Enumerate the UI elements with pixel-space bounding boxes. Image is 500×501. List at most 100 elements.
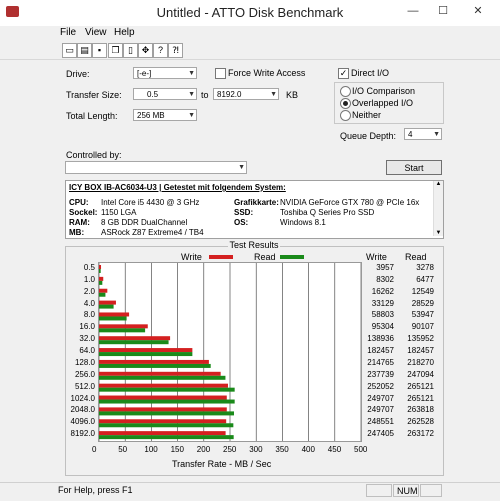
menu-help[interactable]: Help bbox=[114, 27, 135, 38]
write-bar bbox=[99, 324, 148, 329]
write-value: 249707 bbox=[367, 405, 394, 415]
chevron-down-icon: ▼ bbox=[188, 70, 195, 77]
drive-select[interactable]: [-e-] ▼ bbox=[133, 67, 197, 79]
drive-value: [-e-] bbox=[137, 69, 152, 78]
controlled-by-select[interactable]: ▼ bbox=[65, 161, 247, 174]
read-bar bbox=[99, 304, 114, 309]
desc-key-cpu: CPU: bbox=[69, 198, 89, 207]
legend-write-label: Write bbox=[181, 252, 202, 262]
direct-io-label: Direct I/O bbox=[351, 68, 390, 78]
read-value: 218270 bbox=[407, 357, 434, 367]
y-tick-label: 8192.0 bbox=[70, 429, 95, 439]
read-value: 28529 bbox=[411, 298, 434, 308]
y-tick-label: 32.0 bbox=[79, 334, 95, 344]
read-value: 263818 bbox=[407, 405, 434, 415]
queue-depth-select[interactable]: 4 ▼ bbox=[404, 128, 442, 140]
x-tick-label: 450 bbox=[327, 445, 342, 454]
overlapped-io-radio[interactable] bbox=[340, 98, 351, 109]
write-bar bbox=[99, 407, 227, 412]
legend-read-swatch bbox=[280, 255, 304, 259]
write-value: 138936 bbox=[367, 334, 394, 344]
write-bar bbox=[99, 431, 226, 436]
legend-write-swatch bbox=[209, 255, 233, 259]
write-value: 16262 bbox=[371, 286, 394, 296]
copy-icon[interactable]: ❐ bbox=[108, 43, 123, 58]
write-bar bbox=[99, 265, 102, 269]
overlapped-io-label: Overlapped I/O bbox=[352, 98, 414, 108]
transfer-to-word: to bbox=[201, 90, 209, 100]
transfer-rate-chart bbox=[98, 262, 362, 442]
read-value: 182457 bbox=[407, 346, 434, 356]
x-tick-label: 400 bbox=[301, 445, 315, 454]
x-tick-label: 50 bbox=[118, 445, 128, 454]
force-write-access-checkbox[interactable] bbox=[215, 68, 226, 79]
x-tick-label: 300 bbox=[249, 445, 263, 454]
write-bar bbox=[99, 300, 116, 305]
desc-key-ssd: SSD: bbox=[234, 208, 254, 217]
scroll-up-icon[interactable]: ▲ bbox=[434, 181, 443, 187]
chevron-down-icon: ▼ bbox=[238, 164, 245, 171]
write-value: 252052 bbox=[367, 381, 394, 391]
transfer-size-to-select[interactable]: 8192.0 ▼ bbox=[213, 88, 279, 100]
total-length-label: Total Length: bbox=[66, 111, 118, 121]
total-length-value: 256 MB bbox=[137, 111, 165, 120]
y-tick-label: 1024.0 bbox=[70, 393, 95, 403]
io-comparison-label: I/O Comparison bbox=[352, 86, 416, 96]
y-tick-label: 8.0 bbox=[83, 310, 95, 320]
read-value: 262528 bbox=[407, 417, 434, 427]
write-bar bbox=[99, 288, 108, 293]
menu-view[interactable]: View bbox=[85, 27, 107, 38]
minimize-icon[interactable]: — bbox=[398, 0, 428, 22]
io-comparison-radio[interactable] bbox=[340, 86, 351, 97]
close-icon[interactable]: ✕ bbox=[456, 0, 500, 22]
x-tick-label: 150 bbox=[170, 445, 184, 454]
total-length-select[interactable]: 256 MB ▼ bbox=[133, 109, 197, 121]
status-num: NUM bbox=[393, 484, 419, 497]
help-icon[interactable]: ? bbox=[153, 43, 168, 58]
read-bar bbox=[99, 375, 226, 380]
move-icon[interactable]: ✥ bbox=[138, 43, 153, 58]
open-folder-icon[interactable]: ▤ bbox=[77, 43, 92, 58]
transfer-unit: KB bbox=[286, 90, 299, 100]
transfer-size-from-select[interactable]: 0.5 ▼ bbox=[133, 88, 197, 100]
x-tick-label: 0 bbox=[92, 445, 97, 454]
description-scrollbar[interactable]: ▲ ▼ bbox=[433, 181, 443, 236]
y-tick-label: 64.0 bbox=[79, 346, 95, 356]
read-value: 53947 bbox=[411, 310, 434, 320]
chevron-down-icon: ▼ bbox=[433, 131, 440, 138]
desc-key-grafikkarte: Grafikkarte: bbox=[234, 198, 279, 207]
direct-io-checkbox[interactable]: ✓ bbox=[338, 68, 349, 79]
write-value: 237739 bbox=[367, 369, 394, 379]
read-bar bbox=[99, 435, 234, 440]
status-panel-1 bbox=[366, 484, 392, 497]
new-file-icon[interactable]: ▭ bbox=[62, 43, 77, 58]
save-icon[interactable]: ▪ bbox=[92, 43, 107, 58]
x-tick-label: 250 bbox=[223, 445, 237, 454]
column-header-write: Write bbox=[366, 252, 387, 262]
write-value: 249707 bbox=[367, 393, 394, 403]
write-value: 58803 bbox=[371, 310, 394, 320]
description-textarea[interactable]: ICY BOX IB-AC6034-U3 | Getestet mit folg… bbox=[65, 180, 444, 239]
x-tick-label: 200 bbox=[196, 445, 211, 454]
neither-radio[interactable] bbox=[340, 110, 351, 121]
write-bar bbox=[99, 395, 227, 400]
write-bar bbox=[99, 383, 228, 388]
write-bar bbox=[99, 371, 221, 376]
status-help-text: For Help, press F1 bbox=[58, 485, 133, 495]
menu-file[interactable]: File bbox=[60, 27, 76, 38]
context-help-icon[interactable]: ⁈ bbox=[168, 43, 183, 58]
maximize-icon[interactable]: ☐ bbox=[428, 0, 458, 22]
scroll-down-icon[interactable]: ▼ bbox=[434, 230, 443, 236]
start-button[interactable]: Start bbox=[386, 160, 442, 175]
column-header-read: Read bbox=[405, 252, 427, 262]
write-bar bbox=[99, 276, 104, 281]
write-value: 247405 bbox=[367, 429, 394, 439]
desc-value-os: Windows 8.1 bbox=[280, 218, 326, 227]
x-tick-label: 350 bbox=[275, 445, 289, 454]
print-preview-icon[interactable]: ▯ bbox=[123, 43, 138, 58]
read-value: 247094 bbox=[407, 369, 434, 379]
read-value: 12549 bbox=[411, 286, 434, 296]
chart-svg bbox=[99, 263, 361, 441]
read-bar bbox=[99, 423, 234, 428]
desc-value-grafikkarte: NVIDIA GeForce GTX 780 @ PCIe 16x bbox=[280, 198, 420, 207]
